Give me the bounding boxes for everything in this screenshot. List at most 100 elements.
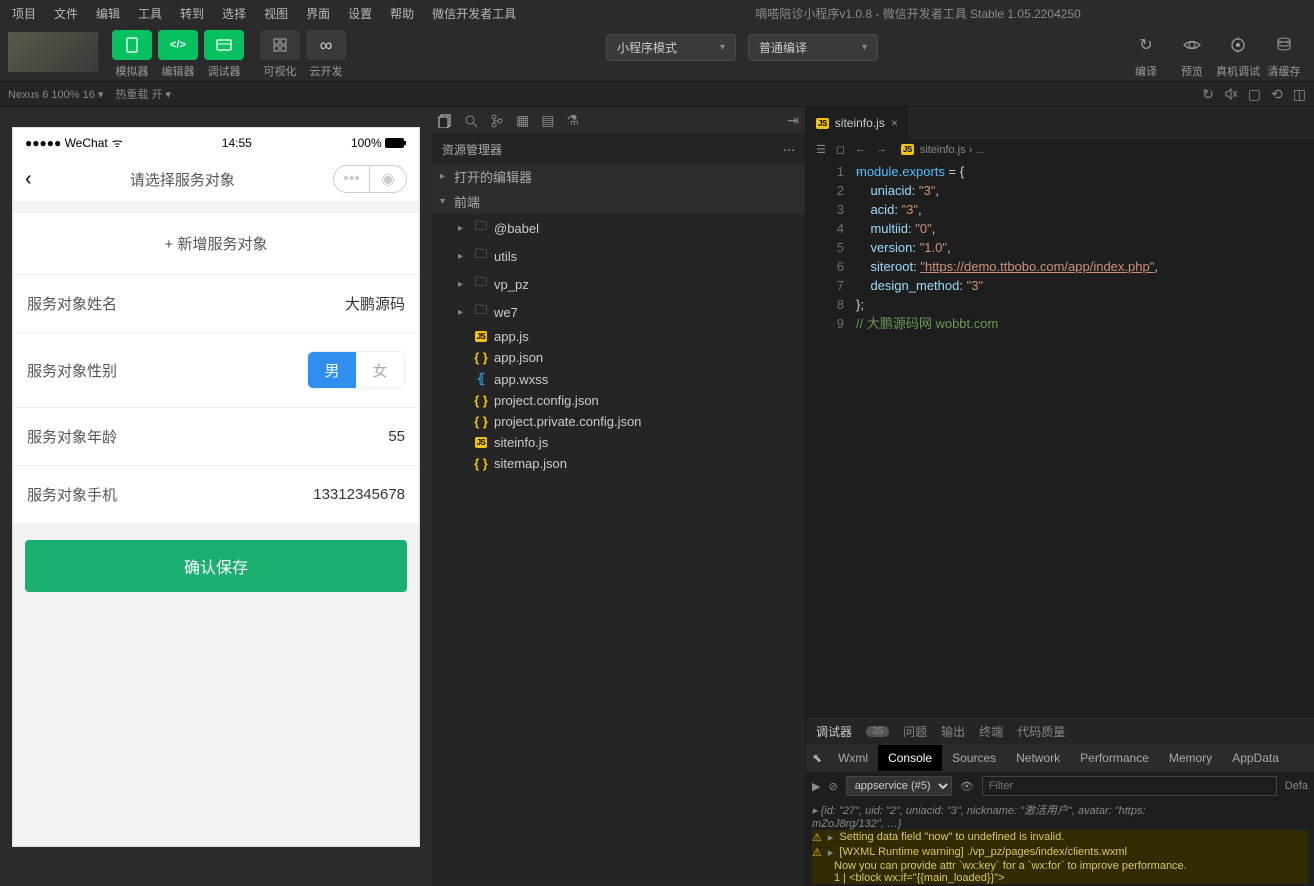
compile-button[interactable]: ↻编译 <box>1124 30 1168 79</box>
breadcrumb-text[interactable]: siteinfo.js › ... <box>920 144 985 156</box>
debugger-tabs-primary: 调试器 35 问题 输出 终端 代码质量 <box>806 719 1314 744</box>
folder-vp-pz[interactable]: ▸🗀vp_pz <box>432 270 805 298</box>
inspect-icon[interactable]: ⬉ <box>812 751 822 765</box>
menu-devtools[interactable]: 微信开发者工具 <box>424 3 524 24</box>
refresh-icon[interactable]: ↻ <box>1202 86 1214 103</box>
save-button[interactable]: 确认保存 <box>25 540 407 592</box>
output-tab[interactable]: 输出 <box>941 723 965 740</box>
screenshot-icon[interactable]: ▢ <box>1248 86 1261 103</box>
editor-breadcrumb: ☰ ◻ ← → JS siteinfo.js › ... <box>806 139 1314 160</box>
cloud-toggle[interactable]: ∞云开发 <box>304 30 348 79</box>
panel-right-icon[interactable]: ⇥ <box>787 112 799 129</box>
performance-tab[interactable]: Performance <box>1070 745 1159 771</box>
compile-dropdown[interactable]: 普通编译▾ <box>748 34 878 61</box>
nav-back-icon[interactable]: ← <box>855 143 866 156</box>
network-tab[interactable]: Network <box>1006 745 1070 771</box>
menu-project[interactable]: 项目 <box>4 3 44 24</box>
file-app-wxss[interactable]: ⦃app.wxss <box>432 368 805 390</box>
phone-battery: 100% <box>351 136 407 150</box>
name-value[interactable]: 大鹏源码 <box>345 293 405 314</box>
tab-siteinfo[interactable]: JS siteinfo.js × <box>806 107 909 139</box>
preview-button[interactable]: 预览 <box>1170 30 1214 79</box>
extensions-icon[interactable]: ▦ <box>516 112 529 129</box>
problems-tab[interactable]: 问题 <box>903 723 927 740</box>
menu-file[interactable]: 文件 <box>46 3 86 24</box>
console-tab[interactable]: Console <box>878 745 942 771</box>
gender-female-button[interactable]: 女 <box>356 352 404 388</box>
simulator-toggle[interactable]: 模拟器 <box>110 30 154 79</box>
nav-fwd-icon[interactable]: → <box>876 143 887 156</box>
folder-babel[interactable]: ▸🗀@babel <box>432 214 805 242</box>
menu-view[interactable]: 视图 <box>256 3 296 24</box>
age-value[interactable]: 55 <box>388 428 405 445</box>
run-icon[interactable]: ▤ <box>541 112 554 129</box>
menu-edit[interactable]: 编辑 <box>88 3 128 24</box>
open-editors-section[interactable]: ▸打开的编辑器 <box>432 164 805 189</box>
folder-utils[interactable]: ▸🗀utils <box>432 242 805 270</box>
debugger-toggle[interactable]: 调试器 <box>202 30 246 79</box>
menu-goto[interactable]: 转到 <box>172 3 212 24</box>
rotate-icon[interactable]: ⟲ <box>1271 86 1283 103</box>
file-sitemap-json[interactable]: { }sitemap.json <box>432 453 805 474</box>
terminal-tab[interactable]: 终端 <box>979 723 1003 740</box>
file-project-config[interactable]: { }project.config.json <box>432 390 805 411</box>
close-icon[interactable]: × <box>891 116 898 130</box>
menu-settings[interactable]: 设置 <box>340 3 380 24</box>
levels-label[interactable]: Defa <box>1285 780 1308 792</box>
debug-icon[interactable]: ⚗ <box>566 112 579 129</box>
file-project-private-config[interactable]: { }project.private.config.json <box>432 411 805 432</box>
sources-tab[interactable]: Sources <box>942 745 1006 771</box>
device-selector[interactable]: Nexus 6 100% 16 ▾ <box>8 88 103 101</box>
view-toggles: 模拟器 </>编辑器 调试器 <box>110 30 246 79</box>
menu-tools[interactable]: 工具 <box>130 3 170 24</box>
phone-value[interactable]: 13312345678 <box>313 486 405 503</box>
more-icon[interactable]: ⋯ <box>783 143 795 157</box>
files-icon[interactable] <box>438 114 452 128</box>
phone-label: 服务对象手机 <box>27 484 117 505</box>
menu-help[interactable]: 帮助 <box>382 3 422 24</box>
clear-cache-button[interactable]: 清缓存 <box>1262 30 1306 79</box>
file-siteinfo-js[interactable]: JSsiteinfo.js <box>432 432 805 453</box>
editor-toggle[interactable]: </>编辑器 <box>156 30 200 79</box>
mute-icon[interactable] <box>1224 87 1238 101</box>
git-icon[interactable] <box>490 114 504 128</box>
split-icon[interactable]: ☰ <box>816 143 826 156</box>
wxml-tab[interactable]: Wxml <box>828 745 878 771</box>
menu-interface[interactable]: 界面 <box>298 3 338 24</box>
remote-debug-button[interactable]: 真机调试 <box>1216 30 1260 79</box>
project-root-section[interactable]: ▾前端 <box>432 189 805 214</box>
file-app-json[interactable]: { }app.json <box>432 347 805 368</box>
appdata-tab[interactable]: AppData <box>1222 745 1289 771</box>
menu-bar: 项目 文件 编辑 工具 转到 选择 视图 界面 设置 帮助 微信开发者工具 嘀嗒… <box>0 0 1314 26</box>
search-icon[interactable] <box>464 114 478 128</box>
warning-icon: ⚠ <box>812 831 822 844</box>
hot-reload-toggle[interactable]: 热重载 开 ▾ <box>115 86 171 102</box>
console-warning: ⚠▸[WXML Runtime warning] ./vp_pz/pages/i… <box>812 845 1308 860</box>
gender-toggle: 男 女 <box>307 351 405 389</box>
filter-input[interactable] <box>982 776 1277 796</box>
popout-icon[interactable]: ◫ <box>1293 86 1306 103</box>
simulator-pane: ●●●●● WeChatᯤ 14:55 100% ‹ 请选择服务对象 ••• ◉… <box>0 107 432 886</box>
quality-tab[interactable]: 代码质量 <box>1017 723 1065 740</box>
console-output[interactable]: ▸ {id: "27", uid: "2", uniacid: "3", nic… <box>806 800 1314 886</box>
back-icon[interactable]: ‹ <box>25 168 32 191</box>
visual-toggle[interactable]: 可视化 <box>258 30 302 79</box>
folder-we7[interactable]: ▸🗀we7 <box>432 298 805 326</box>
debugger-tab[interactable]: 调试器 <box>816 723 852 740</box>
eye-icon[interactable]: 👁 <box>960 780 974 793</box>
gender-male-button[interactable]: 男 <box>308 352 356 388</box>
bookmark-icon[interactable]: ◻ <box>836 143 845 156</box>
name-label: 服务对象姓名 <box>27 293 117 314</box>
menu-select[interactable]: 选择 <box>214 3 254 24</box>
warning-icon: ⚠ <box>812 846 822 859</box>
clear-icon[interactable]: ⊘ <box>828 780 837 793</box>
mode-dropdown[interactable]: 小程序模式▾ <box>606 34 736 61</box>
run-icon[interactable]: ▶ <box>812 780 820 793</box>
add-service-object-button[interactable]: + 新增服务对象 <box>13 213 419 274</box>
capsule-close-icon[interactable]: ◉ <box>370 166 406 192</box>
context-selector[interactable]: appservice (#5) <box>846 776 952 796</box>
file-app-js[interactable]: JSapp.js <box>432 326 805 347</box>
devtools-tabs: ⬉ Wxml Console Sources Network Performan… <box>806 744 1314 772</box>
capsule-menu-icon[interactable]: ••• <box>334 166 370 192</box>
memory-tab[interactable]: Memory <box>1159 745 1222 771</box>
